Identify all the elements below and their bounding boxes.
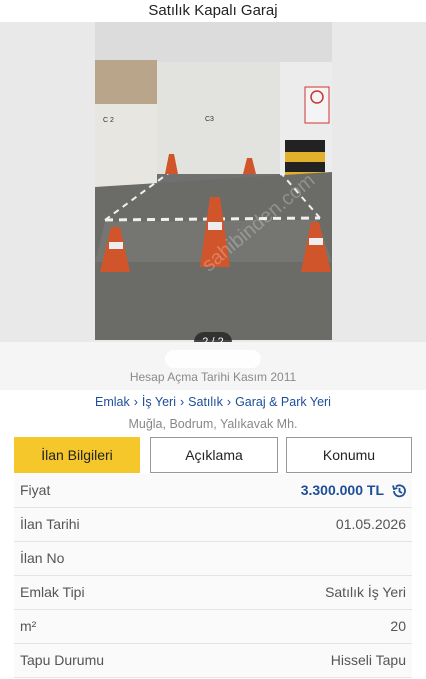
breadcrumb-item-garaj[interactable]: Garaj & Park Yeri xyxy=(235,395,331,409)
breadcrumb-separator: › xyxy=(226,395,232,409)
price-value: 3.300.000 TL xyxy=(300,482,384,498)
garage-photo-image: C 2 C3 sahibinden.com xyxy=(95,22,332,340)
detail-value: 01.05.2026 xyxy=(335,516,406,532)
detail-label: İlan No xyxy=(20,550,65,566)
detail-row-property-type: Emlak Tipi Satılık İş Yeri xyxy=(14,576,412,610)
page-title: Satılık Kapalı Garaj xyxy=(148,2,278,19)
detail-label: Tapu Durumu xyxy=(20,652,105,668)
tab-konumu[interactable]: Konumu xyxy=(286,437,412,473)
listing-photo[interactable]: C 2 C3 sahibinden.com xyxy=(95,22,332,340)
breadcrumb-item-is-yeri[interactable]: İş Yeri xyxy=(142,395,176,409)
top-bar: Satılık Kapalı Garaj xyxy=(0,0,426,22)
breadcrumb-item-emlak[interactable]: Emlak xyxy=(95,395,130,409)
svg-text:C3: C3 xyxy=(205,116,214,123)
detail-label: Emlak Tipi xyxy=(20,584,85,600)
tab-bar: İlan Bilgileri Açıklama Konumu xyxy=(14,437,412,473)
detail-row-deed: Tapu Durumu Hisseli Tapu xyxy=(14,644,412,678)
detail-row-area: m² 20 xyxy=(14,610,412,644)
detail-row-listing-no: İlan No xyxy=(14,542,412,576)
detail-row-price: Fiyat 3.300.000 TL xyxy=(14,474,412,508)
account-opening-date: Hesap Açma Tarihi Kasım 2011 xyxy=(129,370,297,384)
breadcrumb-item-satilik[interactable]: Satılık xyxy=(188,395,223,409)
breadcrumb-separator: › xyxy=(133,395,138,409)
detail-value: Hisseli Tapu xyxy=(330,652,406,668)
seller-name-blurred xyxy=(165,350,261,368)
tab-aciklama[interactable]: Açıklama xyxy=(150,437,278,473)
breadcrumb: Emlak › İş Yeri › Satılık › Garaj & Park Yeri xyxy=(0,393,426,411)
seller-profile: Hesap Açma Tarihi Kasım 2011 xyxy=(0,342,426,390)
listing-details: Fiyat 3.300.000 TL İlan Tarihi 01.05.202… xyxy=(0,474,426,678)
detail-label: m² xyxy=(20,618,37,634)
detail-value: 20 xyxy=(390,618,406,634)
detail-label: İlan Tarihi xyxy=(20,516,80,532)
tab-ilan-bilgileri[interactable]: İlan Bilgileri xyxy=(14,437,140,473)
svg-text:C 2: C 2 xyxy=(103,117,114,124)
detail-row-date: İlan Tarihi 01.05.2026 xyxy=(14,508,412,542)
location-text: Muğla, Bodrum, Yalıkavak Mh. xyxy=(128,417,298,431)
photo-gallery[interactable]: C 2 C3 sahibinden.com 2 / 2 xyxy=(0,22,426,342)
photo-pager: 2 / 2 xyxy=(194,332,232,342)
breadcrumb-separator: › xyxy=(179,395,185,409)
detail-value: Satılık İş Yeri xyxy=(325,584,406,600)
history-icon[interactable] xyxy=(390,482,408,500)
detail-label: Fiyat xyxy=(20,482,51,498)
